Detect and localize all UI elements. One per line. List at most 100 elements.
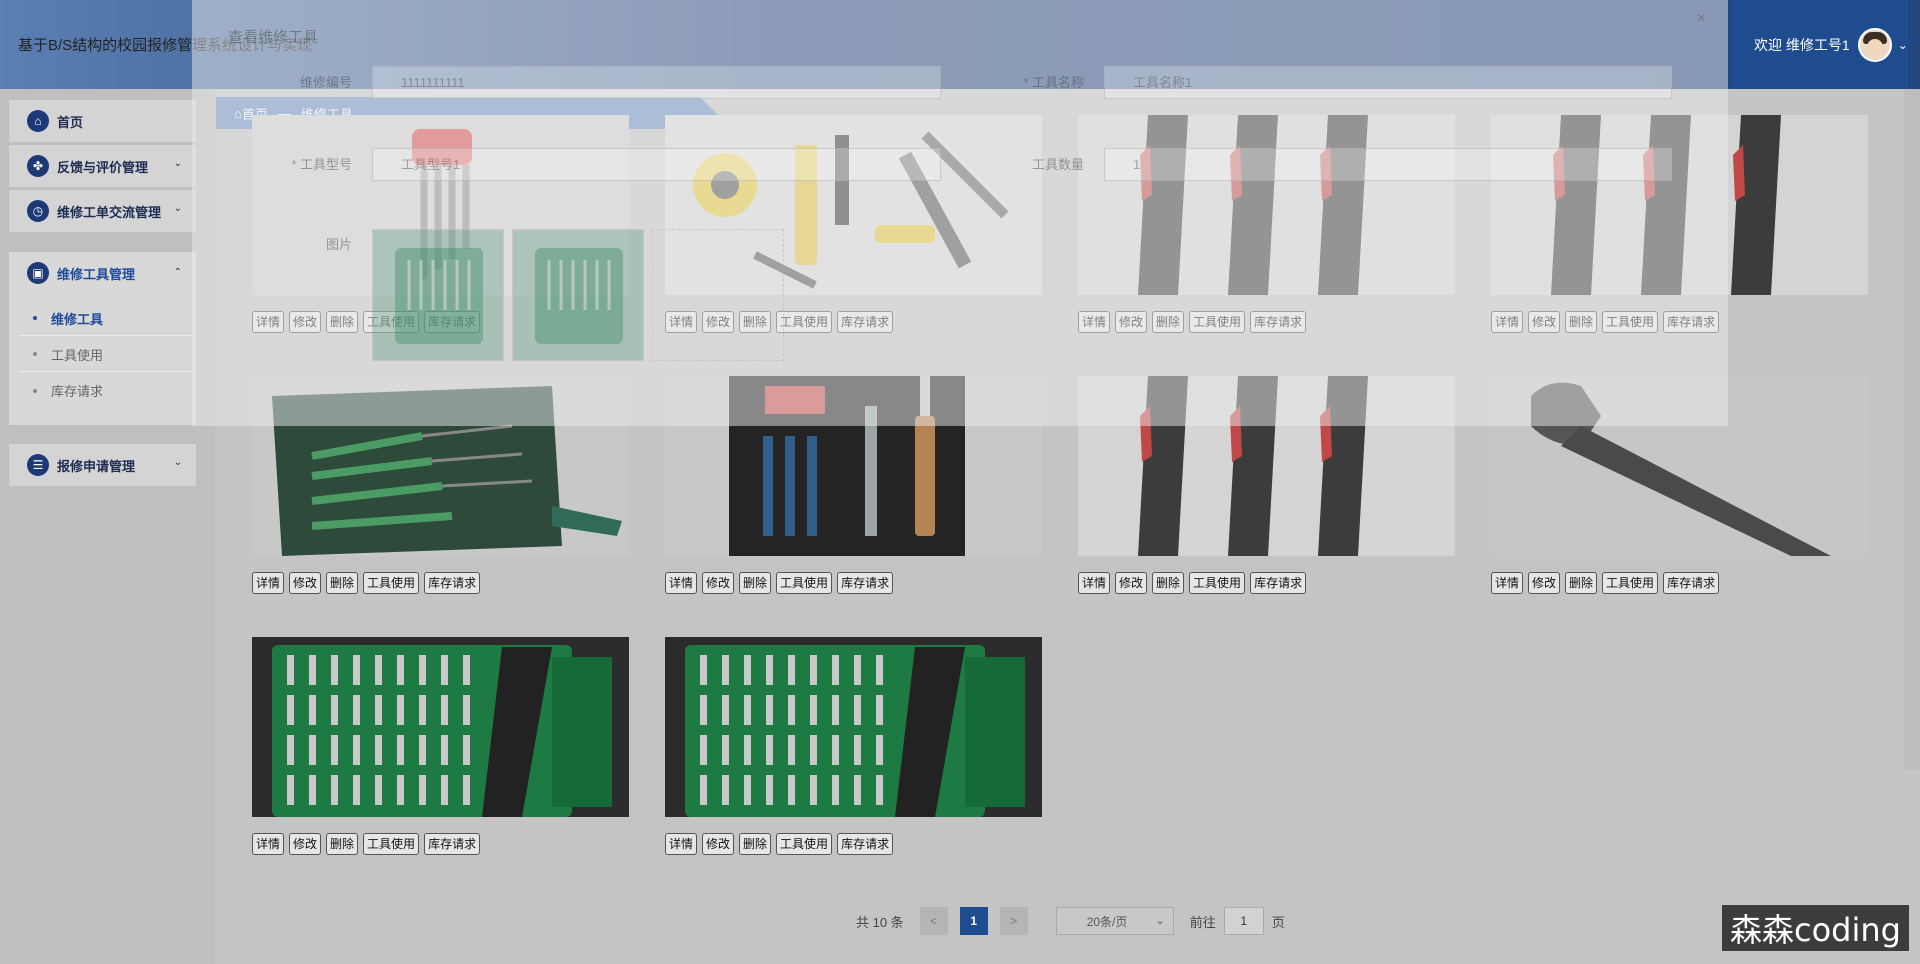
- view-tool-dialog[interactable]: 查看维修工具 × 维修编号 1111111111 * 工具名称 工具名称1 * …: [192, 0, 1728, 426]
- page-scrollbar[interactable]: [1904, 89, 1920, 769]
- chevron-down-icon: ⌄: [173, 203, 182, 214]
- sidebar-item-label: 维修工单交流管理: [57, 204, 162, 220]
- tool-image-thumbnail[interactable]: [372, 229, 504, 361]
- tool-usage-button[interactable]: 工具使用: [363, 572, 420, 594]
- tool-usage-button[interactable]: 工具使用: [1602, 572, 1659, 594]
- sidebar-submenu-tools: ▣ 维修工具管理 ⌃ 维修工具 工具使用 库存请求: [9, 252, 196, 425]
- tool-usage-button[interactable]: 工具使用: [363, 833, 420, 855]
- sidebar-item-label: 首页: [57, 114, 84, 130]
- dialog-title: 查看维修工具: [228, 29, 319, 46]
- user-menu[interactable]: 欢迎 维修工号1 ⌄: [1730, 0, 1908, 89]
- card-actions: 详情修改删除工具使用库存请求: [1078, 572, 1307, 594]
- chevron-up-icon: ⌃: [173, 267, 182, 278]
- next-page-button[interactable]: >: [999, 907, 1028, 935]
- goto-label: 前往: [1189, 914, 1216, 930]
- image-label: 图片: [325, 237, 352, 252]
- sidebar-subitem-stock-request[interactable]: 库存请求: [19, 373, 195, 408]
- edit-button[interactable]: 修改: [289, 572, 322, 594]
- tool-usage-button[interactable]: 工具使用: [1189, 572, 1246, 594]
- delete-button[interactable]: 删除: [739, 572, 772, 594]
- edit-button[interactable]: 修改: [289, 833, 322, 855]
- repair-no-label: 维修编号: [299, 75, 352, 90]
- edit-button[interactable]: 修改: [1528, 572, 1561, 594]
- tool-model-input[interactable]: 工具型号1: [372, 148, 941, 181]
- delete-button[interactable]: 删除: [1152, 572, 1185, 594]
- tool-name-input[interactable]: 工具名称1: [1104, 66, 1672, 99]
- detail-button[interactable]: 详情: [665, 833, 698, 855]
- sidebar-subitem-tool-usage[interactable]: 工具使用: [19, 337, 195, 372]
- detail-button[interactable]: 详情: [1078, 572, 1111, 594]
- card-actions: 详情修改删除工具使用库存请求: [665, 833, 894, 855]
- edit-button[interactable]: 修改: [702, 833, 735, 855]
- card-actions: 详情修改删除工具使用库存请求: [1491, 572, 1720, 594]
- stock-request-button[interactable]: 库存请求: [1663, 572, 1720, 594]
- tool-qty-label: 工具数量: [1031, 157, 1084, 172]
- close-icon[interactable]: ×: [1697, 10, 1706, 28]
- bullet-icon: [33, 388, 37, 393]
- avatar[interactable]: [1857, 27, 1892, 62]
- edit-button[interactable]: 修改: [1115, 572, 1148, 594]
- stock-request-button[interactable]: 库存请求: [424, 572, 481, 594]
- delete-button[interactable]: 删除: [739, 833, 772, 855]
- stock-request-button[interactable]: 库存请求: [837, 833, 894, 855]
- sidebar-subitem-label: 库存请求: [51, 384, 104, 399]
- sidebar-item-label: 维修工具管理: [57, 266, 136, 282]
- sidebar-item-workorder[interactable]: ◷ 维修工单交流管理 ⌄: [9, 190, 196, 232]
- goto-page-input[interactable]: 1: [1223, 907, 1264, 935]
- bullet-icon: [33, 316, 37, 320]
- card-actions: 详情修改删除工具使用库存请求: [665, 572, 894, 594]
- delete-button[interactable]: 删除: [1565, 572, 1598, 594]
- tool-image-thumbnail[interactable]: [512, 229, 644, 361]
- stock-request-button[interactable]: 库存请求: [424, 833, 481, 855]
- sidebar: ⌂ 首页 ✤ 反馈与评价管理 ⌄ ◷ 维修工单交流管理 ⌄ ▣ 维修工具管理 ⌃…: [0, 89, 215, 964]
- repair-no-input[interactable]: 1111111111: [372, 66, 941, 99]
- pagination-total: 共 10 条: [856, 914, 904, 930]
- stock-request-button[interactable]: 库存请求: [1250, 572, 1307, 594]
- pagination: 共 10 条 < 1 > 20条/页 ⌄ 前往 1 页: [856, 907, 1285, 935]
- list-icon: ☰: [27, 454, 49, 476]
- page-button[interactable]: 1: [959, 907, 988, 935]
- sidebar-item-label: 反馈与评价管理: [57, 159, 149, 175]
- card-actions: 详情修改删除工具使用库存请求: [252, 833, 481, 855]
- tool-qty-input[interactable]: 1: [1104, 148, 1672, 181]
- detail-button[interactable]: 详情: [252, 833, 285, 855]
- sidebar-subitem-label: 维修工具: [51, 311, 104, 327]
- home-icon: ⌂: [27, 110, 49, 132]
- chevron-down-icon: ⌄: [173, 457, 182, 468]
- clock-icon: ◷: [27, 200, 49, 222]
- sidebar-item-feedback[interactable]: ✤ 反馈与评价管理 ⌄: [9, 145, 196, 187]
- watermark: 森森coding: [1722, 905, 1909, 951]
- delete-button[interactable]: 删除: [326, 572, 359, 594]
- detail-button[interactable]: 详情: [665, 572, 698, 594]
- edit-button[interactable]: 修改: [702, 572, 735, 594]
- tool-usage-button[interactable]: 工具使用: [776, 572, 833, 594]
- prev-page-button[interactable]: <: [919, 907, 948, 935]
- page-unit-label: 页: [1271, 914, 1285, 930]
- upload-image-slot[interactable]: [652, 229, 784, 361]
- toolbox-icon: ▣: [27, 262, 49, 284]
- welcome-text: 欢迎 维修工号1: [1754, 36, 1850, 53]
- page-size-value: 20条/页: [1086, 914, 1128, 929]
- sidebar-subitem-label: 工具使用: [51, 347, 104, 363]
- sidebar-item-home[interactable]: ⌂ 首页: [9, 100, 196, 142]
- sidebar-item-tools[interactable]: ▣ 维修工具管理 ⌃: [9, 252, 196, 294]
- screwdriver-bit-set-image[interactable]: [252, 637, 629, 817]
- sidebar-subitem-tools[interactable]: 维修工具: [19, 301, 195, 336]
- sidebar-item-repair[interactable]: ☰ 报修申请管理 ⌄: [9, 444, 196, 486]
- tool-usage-button[interactable]: 工具使用: [776, 833, 833, 855]
- tool-model-label: * 工具型号: [291, 157, 352, 172]
- chevron-down-icon: ⌄: [1155, 915, 1165, 927]
- sidebar-item-label: 报修申请管理: [57, 458, 136, 474]
- detail-button[interactable]: 详情: [252, 572, 285, 594]
- screwdriver-bit-set-image[interactable]: [665, 637, 1042, 817]
- chevron-down-icon[interactable]: ⌄: [1898, 38, 1908, 52]
- detail-button[interactable]: 详情: [1491, 572, 1524, 594]
- bullet-icon: [33, 352, 37, 356]
- page-size-select[interactable]: 20条/页 ⌄: [1055, 907, 1174, 935]
- clover-icon: ✤: [27, 155, 49, 177]
- tool-name-label: * 工具名称: [1023, 75, 1084, 90]
- delete-button[interactable]: 删除: [326, 833, 359, 855]
- chevron-down-icon: ⌄: [173, 158, 182, 169]
- stock-request-button[interactable]: 库存请求: [837, 572, 894, 594]
- card-actions: 详情修改删除工具使用库存请求: [252, 572, 481, 594]
